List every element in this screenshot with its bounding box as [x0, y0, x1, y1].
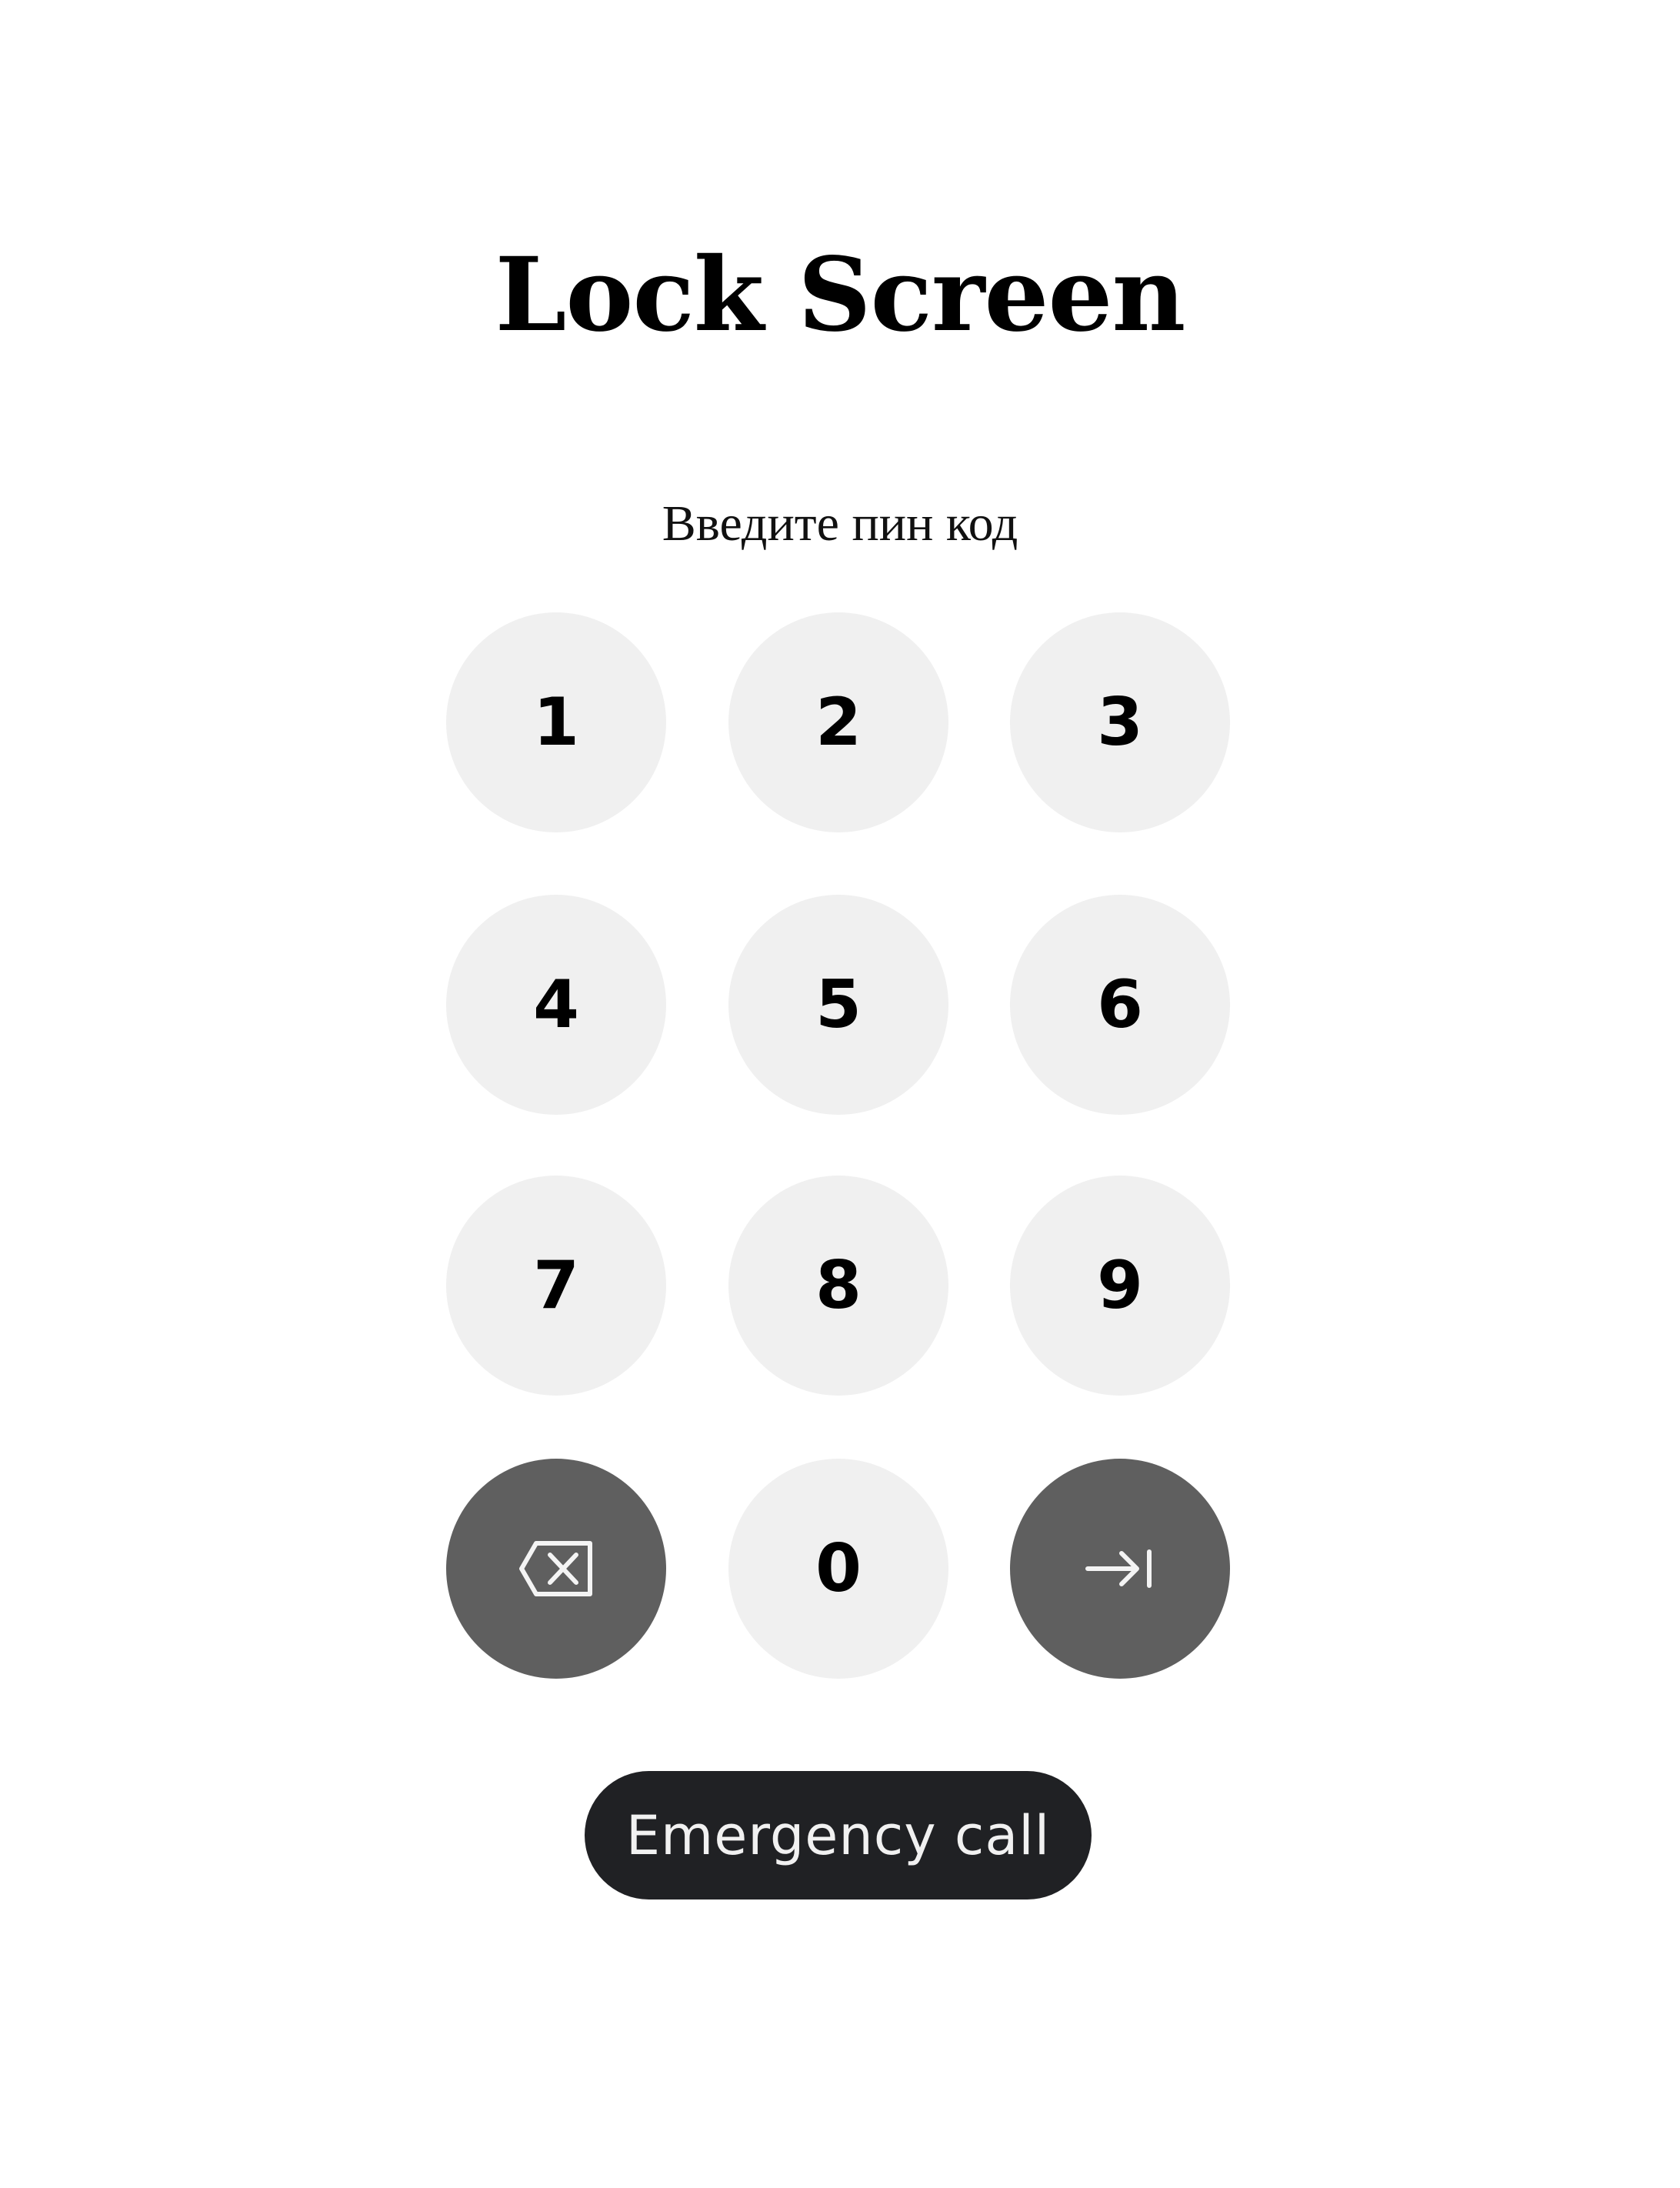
key-7[interactable]: 7: [446, 1176, 666, 1396]
key-9[interactable]: 9: [1010, 1176, 1230, 1396]
key-label: 0: [815, 1530, 862, 1607]
key-label: 6: [1097, 966, 1143, 1043]
submit-button[interactable]: [1010, 1459, 1230, 1679]
pin-prompt: Введите пин код: [662, 495, 1018, 552]
key-label: 2: [815, 684, 862, 761]
key-2[interactable]: 2: [728, 612, 948, 832]
emergency-call-label: Emergency call: [625, 1803, 1051, 1867]
key-label: 8: [815, 1247, 862, 1324]
key-label: 4: [533, 966, 579, 1043]
key-label: 1: [533, 684, 579, 761]
key-3[interactable]: 3: [1010, 612, 1230, 832]
backspace-icon: [518, 1539, 595, 1598]
arrow-right-to-bar-icon: [1085, 1547, 1155, 1590]
backspace-button[interactable]: [446, 1459, 666, 1679]
key-1[interactable]: 1: [446, 612, 666, 832]
key-label: 3: [1097, 684, 1143, 761]
key-4[interactable]: 4: [446, 895, 666, 1115]
emergency-call-button[interactable]: Emergency call: [585, 1771, 1092, 1899]
key-label: 9: [1097, 1247, 1143, 1324]
page-title: Lock Screen: [495, 235, 1186, 355]
key-label: 5: [815, 966, 862, 1043]
key-5[interactable]: 5: [728, 895, 948, 1115]
key-6[interactable]: 6: [1010, 895, 1230, 1115]
key-8[interactable]: 8: [728, 1176, 948, 1396]
key-0[interactable]: 0: [728, 1459, 948, 1679]
key-label: 7: [533, 1247, 579, 1324]
